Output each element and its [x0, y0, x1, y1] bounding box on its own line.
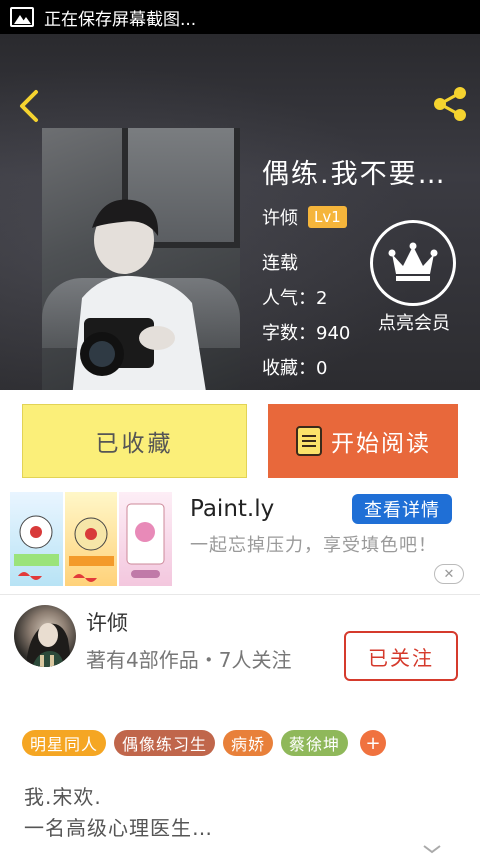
- share-icon[interactable]: [430, 84, 470, 124]
- ad-details-button[interactable]: 查看详情: [352, 494, 452, 524]
- ad-image[interactable]: [10, 492, 173, 586]
- author-works: 著有4部作品・7人关注: [86, 648, 292, 672]
- status-text: 正在保存屏幕截图...: [44, 9, 197, 30]
- book-author[interactable]: 许倾: [262, 204, 298, 230]
- back-chevron-icon[interactable]: [14, 86, 44, 126]
- status-row: 连载: [262, 253, 298, 274]
- book-author-line: 许倾 Lv1: [262, 204, 347, 230]
- status-bar: 正在保存屏幕截图...: [0, 0, 480, 34]
- tag-item[interactable]: 病娇: [223, 730, 274, 756]
- vip-label: 点亮会员: [378, 313, 450, 334]
- book-icon: [296, 426, 322, 456]
- author-name[interactable]: 许倾: [86, 607, 128, 637]
- book-title: 偶练.我不要…: [262, 159, 447, 190]
- ad-title: Paint.ly: [190, 496, 275, 522]
- tag-item[interactable]: 明星同人: [22, 730, 107, 756]
- start-reading-label: 开始阅读: [331, 431, 431, 457]
- intro-line: 一名高级心理医生…: [24, 816, 213, 840]
- book-header: 偶练.我不要… 许倾 Lv1 连载 人气：2 字数：940 收藏：0 点亮会员: [0, 34, 480, 390]
- ad-banner[interactable]: Paint.ly 查看详情 一起忘掉压力，享受填色吧！ ✕: [0, 486, 480, 594]
- book-intro: 我.宋欢. 一名高级心理医生…: [24, 782, 213, 844]
- crown-icon: [370, 220, 456, 306]
- action-bar: 已收藏 开始阅读: [0, 390, 480, 486]
- level-badge: Lv1: [308, 206, 347, 228]
- favorites-row: 收藏：0: [262, 358, 328, 379]
- start-reading-button[interactable]: 开始阅读: [268, 404, 458, 478]
- intro-line: 我.宋欢.: [24, 785, 102, 809]
- favorited-button[interactable]: 已收藏: [22, 404, 247, 478]
- book-cover[interactable]: [42, 128, 240, 390]
- tag-item[interactable]: 偶像练习生: [114, 730, 216, 756]
- tag-list: 明星同人 偶像练习生 病娇 蔡徐坤 +: [22, 730, 387, 756]
- popularity-row: 人气：2: [262, 288, 328, 309]
- chevron-down-icon[interactable]: [422, 844, 442, 854]
- book-details: 明星同人 偶像练习生 病娇 蔡徐坤 + 我.宋欢. 一名高级心理医生…: [0, 714, 480, 854]
- tag-item[interactable]: 蔡徐坤: [281, 730, 349, 756]
- image-icon: [10, 7, 34, 27]
- follow-button[interactable]: 已关注: [344, 631, 458, 681]
- close-icon[interactable]: ✕: [434, 564, 464, 584]
- book-meta: 连载 人气：2 字数：940 收藏：0: [262, 246, 350, 386]
- add-tag-button[interactable]: +: [360, 730, 387, 756]
- ad-description: 一起忘掉压力，享受填色吧！: [190, 535, 437, 556]
- avatar[interactable]: [14, 605, 76, 667]
- author-card: 许倾 著有4部作品・7人关注 已关注: [0, 594, 480, 715]
- words-row: 字数：940: [262, 323, 351, 344]
- vip-button[interactable]: 点亮会员: [370, 220, 456, 336]
